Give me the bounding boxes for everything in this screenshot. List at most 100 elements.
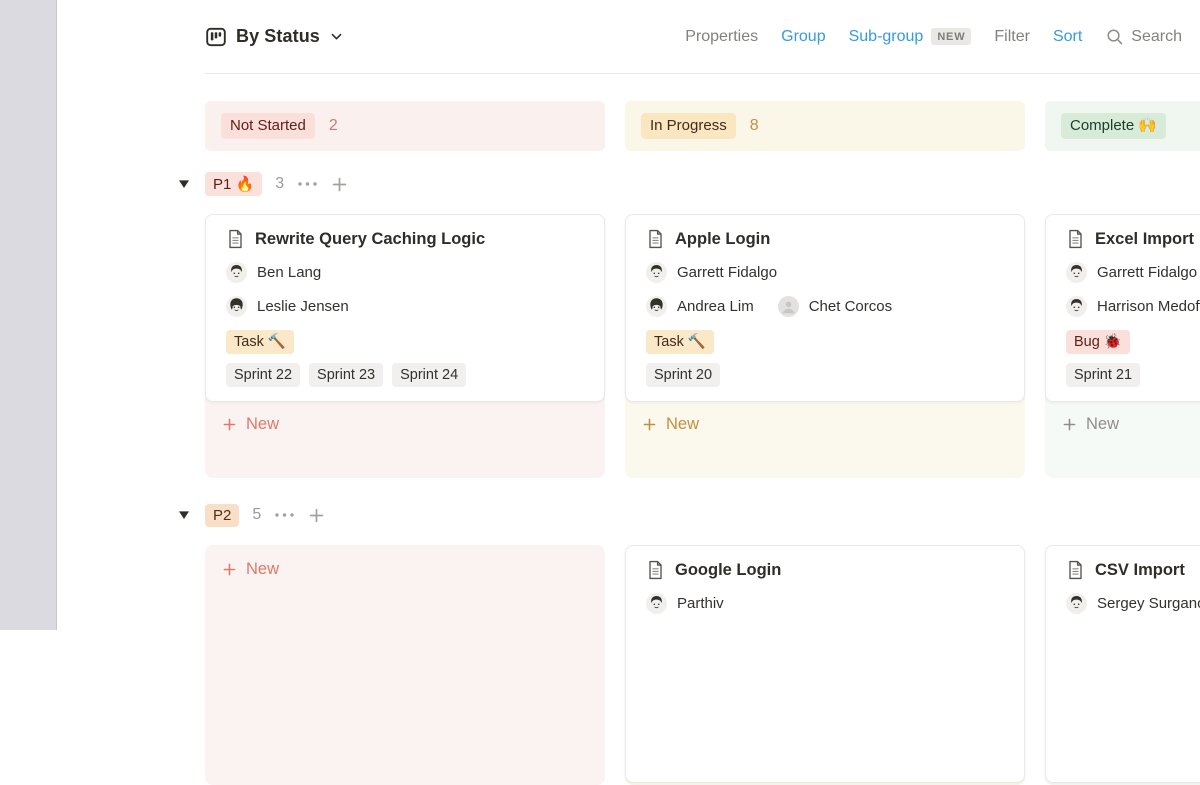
card-title: Rewrite Query Caching Logic xyxy=(255,230,485,249)
view-switcher[interactable]: By Status xyxy=(205,0,344,73)
view-title: By Status xyxy=(236,26,320,47)
column-header-complete: Complete 🙌 xyxy=(1045,101,1200,151)
new-card-label: New xyxy=(246,415,279,434)
filter-button[interactable]: Filter xyxy=(994,28,1030,46)
group-count: 5 xyxy=(252,506,261,524)
assignee-name: Andrea Lim xyxy=(677,298,754,315)
column-count: 8 xyxy=(750,117,759,135)
new-card-label: New xyxy=(246,560,279,579)
new-card-button[interactable]: New xyxy=(205,402,605,447)
cell-p1-not-started: Rewrite Query Caching Logic Ben Lang Les… xyxy=(205,214,605,478)
group-add-icon[interactable] xyxy=(308,507,325,524)
avatar-leslie-jensen xyxy=(226,296,247,317)
cell-p2-not-started: New xyxy=(205,545,605,785)
group-p1-cells: Rewrite Query Caching Logic Ben Lang Les… xyxy=(205,214,1200,478)
assignee-row: Sergey Surganov xyxy=(1066,593,1200,614)
search-label: Search xyxy=(1131,28,1182,46)
subgroup-control: Sub-group NEW xyxy=(849,28,972,46)
sprint-tag: Sprint 20 xyxy=(646,363,720,387)
sprint-tag: Sprint 23 xyxy=(309,363,383,387)
avatar-andrea-lim xyxy=(646,296,667,317)
cell-p2-complete: CSV Import Sergey Surganov xyxy=(1045,545,1200,785)
chevron-down-icon xyxy=(329,29,344,44)
app-sidebar xyxy=(0,0,57,630)
group-count: 3 xyxy=(275,175,284,193)
view-toolbar: By Status Properties Group Sub-group NEW… xyxy=(58,0,1200,73)
page-icon xyxy=(1066,229,1085,249)
assignee-name: Sergey Surganov xyxy=(1097,595,1200,612)
card-apple-login[interactable]: Apple Login Garrett Fidalgo A xyxy=(625,214,1025,402)
status-chip-complete[interactable]: Complete 🙌 xyxy=(1061,113,1166,139)
card-title: Excel Import xyxy=(1095,230,1194,249)
group-add-icon[interactable] xyxy=(331,176,348,193)
assignee-row: Ben Lang xyxy=(226,262,586,283)
cell-p1-in-progress: Apple Login Garrett Fidalgo A xyxy=(625,214,1025,478)
assignee-name: Chet Corcos xyxy=(809,298,892,315)
new-card-button[interactable]: New xyxy=(1045,402,1200,447)
card-csv-import[interactable]: CSV Import Sergey Surganov xyxy=(1045,545,1200,783)
assignee-row: Garrett Fidalgo xyxy=(1066,262,1200,283)
avatar-parthiv xyxy=(646,593,667,614)
collapse-triangle-icon[interactable] xyxy=(178,510,190,520)
column-header-in-progress: In Progress 8 xyxy=(625,101,1025,151)
subgroup-button[interactable]: Sub-group xyxy=(849,28,924,46)
search-icon xyxy=(1105,27,1124,46)
avatar-garrett-fidalgo xyxy=(1066,262,1087,283)
plus-icon xyxy=(1062,417,1077,432)
board-view-icon xyxy=(205,26,227,48)
collapse-triangle-icon[interactable] xyxy=(178,179,190,189)
group-options-icon[interactable] xyxy=(297,180,318,188)
properties-button[interactable]: Properties xyxy=(685,28,758,46)
card-rewrite-query-caching-logic[interactable]: Rewrite Query Caching Logic Ben Lang Les… xyxy=(205,214,605,402)
sort-button[interactable]: Sort xyxy=(1053,28,1082,46)
avatar-sergey xyxy=(1066,593,1087,614)
card-title: Google Login xyxy=(675,561,781,580)
plus-icon xyxy=(222,562,237,577)
status-chip-not-started[interactable]: Not Started xyxy=(221,113,315,139)
sprint-tag: Sprint 21 xyxy=(1066,363,1140,387)
group-pill-p1[interactable]: P1 🔥 xyxy=(205,172,262,196)
new-card-button[interactable]: New xyxy=(625,402,1025,447)
kanban-board: Not Started 2 In Progress 8 Complete 🙌 P… xyxy=(205,74,1200,785)
page-icon xyxy=(646,229,665,249)
toolbar-menu: Properties Group Sub-group NEW Filter So… xyxy=(685,0,1182,73)
assignee-name: Ben Lang xyxy=(257,264,321,281)
assignee-row: Leslie Jensen xyxy=(226,296,586,317)
group-header-p2: P2 5 xyxy=(178,500,1200,530)
page-icon xyxy=(646,560,665,580)
group-header-p1: P1 🔥 3 xyxy=(178,169,1200,199)
group-pill-p2[interactable]: P2 xyxy=(205,504,239,527)
group-button[interactable]: Group xyxy=(781,28,825,46)
sprint-tag: Sprint 24 xyxy=(392,363,466,387)
card-google-login[interactable]: Google Login Parthiv xyxy=(625,545,1025,783)
type-tag: Task 🔨 xyxy=(646,330,714,354)
search-button[interactable]: Search xyxy=(1105,27,1182,46)
sprint-tag: Sprint 22 xyxy=(226,363,300,387)
new-card-label: New xyxy=(666,415,699,434)
cell-p2-in-progress: Google Login Parthiv xyxy=(625,545,1025,785)
avatar-ben-lang xyxy=(226,262,247,283)
column-header-not-started: Not Started 2 xyxy=(205,101,605,151)
column-count: 2 xyxy=(329,117,338,135)
group-p2-cells: New Google Login Part xyxy=(205,545,1200,785)
type-tag: Bug 🐞 xyxy=(1066,330,1130,354)
avatar-harrison xyxy=(1066,296,1087,317)
assignee-name: Leslie Jensen xyxy=(257,298,349,315)
assignee-row: Parthiv xyxy=(646,593,1006,614)
page-icon xyxy=(1066,560,1085,580)
avatar-garrett-fidalgo xyxy=(646,262,667,283)
group-options-icon[interactable] xyxy=(274,511,295,519)
new-card-label: New xyxy=(1086,415,1119,434)
status-chip-in-progress[interactable]: In Progress xyxy=(641,113,736,139)
card-excel-import[interactable]: Excel Import Garrett Fidalgo Harrison Me… xyxy=(1045,214,1200,402)
avatar-chet-corcos xyxy=(778,296,799,317)
assignee-name: Harrison Medoff xyxy=(1097,298,1200,315)
column-headers: Not Started 2 In Progress 8 Complete 🙌 xyxy=(205,101,1200,151)
assignee-name: Garrett Fidalgo xyxy=(677,264,777,281)
new-feature-badge: NEW xyxy=(931,28,971,45)
page-icon xyxy=(226,229,245,249)
assignee-row: Garrett Fidalgo xyxy=(646,262,1006,283)
card-title: Apple Login xyxy=(675,230,770,249)
new-card-button[interactable]: New xyxy=(205,547,605,592)
card-title: CSV Import xyxy=(1095,561,1185,580)
